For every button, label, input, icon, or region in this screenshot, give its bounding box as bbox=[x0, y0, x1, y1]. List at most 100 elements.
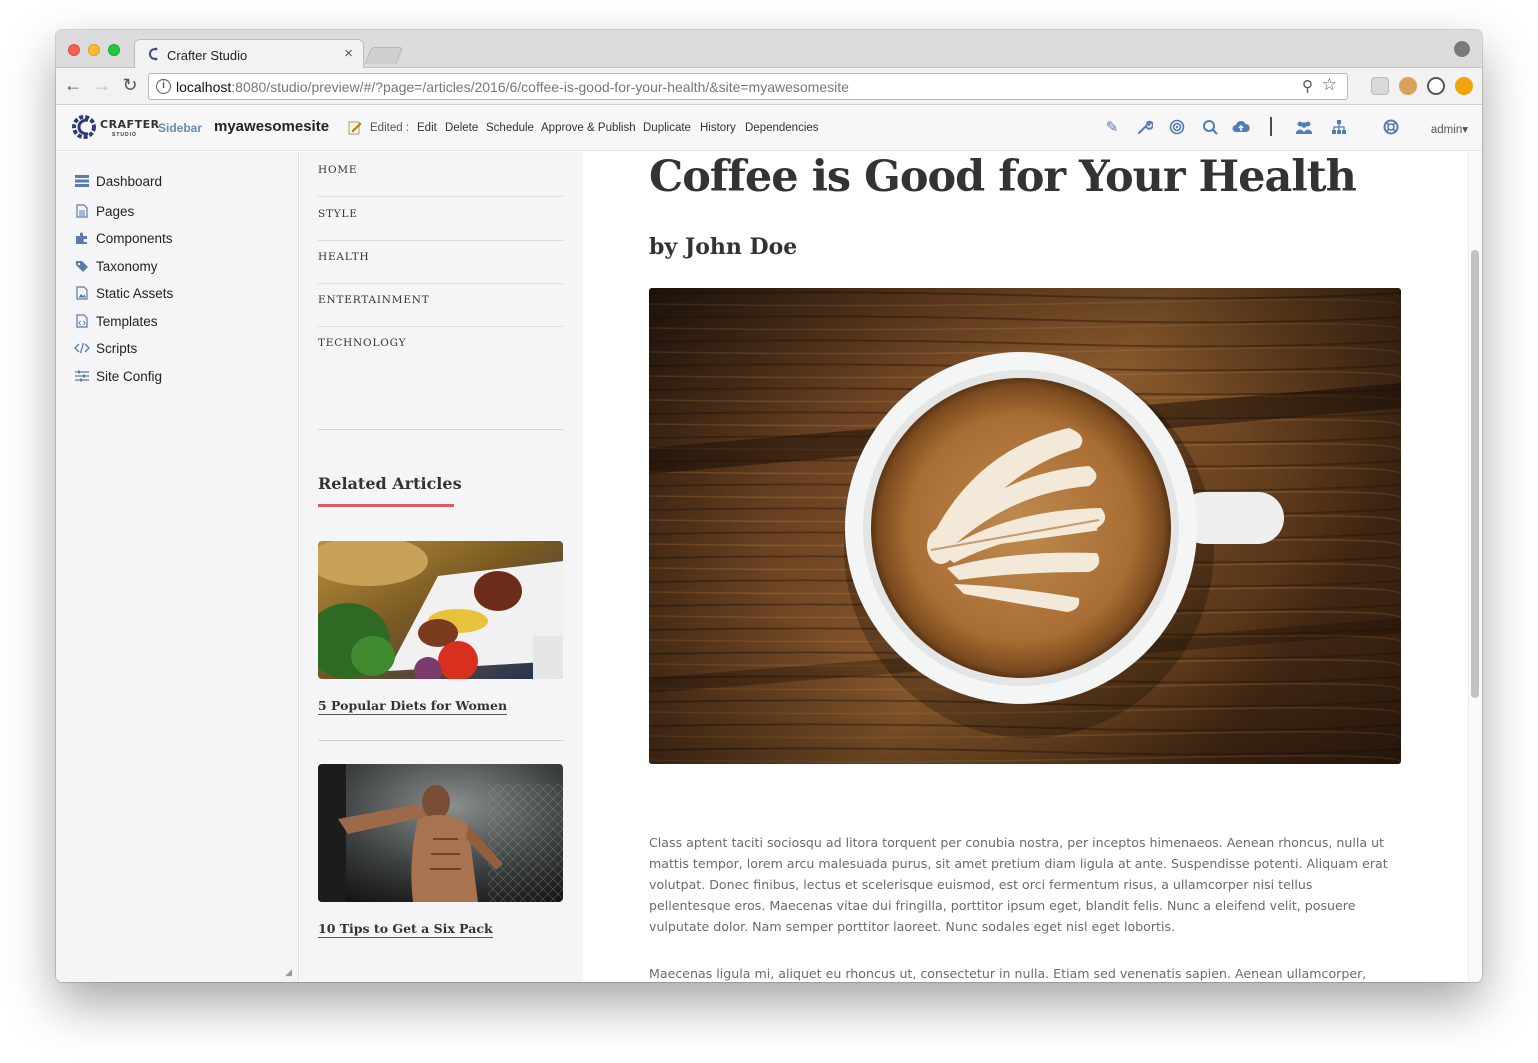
studio-toolbar: CRAFTER STUDIO Sidebar myawesomesite Edi… bbox=[56, 106, 1482, 151]
wrench-icon[interactable] bbox=[1136, 119, 1154, 137]
article-paragraph: Maecenas ligula mi, aliquet eu rhoncus u… bbox=[649, 966, 1367, 981]
crafter-logo[interactable]: CRAFTER STUDIO bbox=[70, 110, 159, 146]
nav-item-style[interactable]: STYLE bbox=[318, 198, 563, 241]
sidebar-item-site-config[interactable]: Site Config bbox=[74, 366, 162, 386]
nav-item-label: HOME bbox=[318, 164, 358, 176]
duplicate-button[interactable]: Duplicate bbox=[643, 122, 691, 134]
delete-button[interactable]: Delete bbox=[445, 122, 478, 134]
cookie-extension-icon[interactable] bbox=[1399, 77, 1417, 95]
zoom-icon[interactable]: ⚲ bbox=[1302, 77, 1313, 95]
tab-bar: Crafter Studio × bbox=[56, 30, 1482, 69]
schedule-button[interactable]: Schedule bbox=[486, 122, 534, 134]
bookmark-star-icon[interactable]: ☆ bbox=[1322, 75, 1337, 95]
sidebar-item-label: Static Assets bbox=[96, 285, 174, 301]
close-window-button[interactable] bbox=[68, 44, 80, 56]
page-preview: Coffee is Good for Your Health by John D… bbox=[583, 152, 1482, 982]
crafter-logo-icon bbox=[72, 115, 96, 139]
sitemap-icon[interactable] bbox=[1330, 119, 1348, 137]
sidebar-item-label: Components bbox=[96, 230, 173, 246]
update-extension-icon[interactable] bbox=[1455, 77, 1473, 95]
sync-extension-icon[interactable] bbox=[1427, 77, 1445, 95]
sidebar-item-label: Dashboard bbox=[96, 173, 163, 189]
studio-sidebar: Dashboard Pages Components Taxonomy Stat… bbox=[56, 152, 299, 982]
puzzle-icon bbox=[74, 230, 90, 246]
code-icon bbox=[74, 340, 90, 356]
preview-scrollbar-track[interactable] bbox=[1468, 152, 1482, 982]
forward-icon[interactable]: → bbox=[91, 75, 113, 96]
nav-item-home[interactable]: HOME bbox=[318, 154, 563, 197]
maximize-window-button[interactable] bbox=[108, 44, 120, 56]
dashboard-icon bbox=[74, 173, 90, 189]
address-bar[interactable]: i localhost:8080/studio/preview/#/?page=… bbox=[148, 73, 1348, 100]
nav-item-entertainment[interactable]: ENTERTAINMENT bbox=[318, 284, 563, 327]
related-article-image[interactable] bbox=[318, 764, 563, 902]
sidebar-item-static-assets[interactable]: Static Assets bbox=[74, 283, 173, 303]
sidebar-item-label: Pages bbox=[96, 203, 135, 219]
tags-icon bbox=[74, 258, 90, 274]
target-icon[interactable] bbox=[1168, 119, 1186, 137]
search-icon[interactable] bbox=[1201, 119, 1219, 137]
related-article-link[interactable]: 10 Tips to Get a Six Pack bbox=[318, 921, 493, 938]
pages-icon bbox=[74, 203, 90, 219]
site-name[interactable]: myawesomesite bbox=[214, 118, 329, 135]
nav-item-health[interactable]: HEALTH bbox=[318, 241, 563, 284]
extension-icon[interactable] bbox=[1371, 77, 1389, 95]
sidebar-toggle[interactable]: Sidebar bbox=[158, 121, 202, 135]
sliders-icon bbox=[74, 368, 90, 384]
related-article-image[interactable] bbox=[318, 541, 563, 679]
preview-scrollbar-thumb[interactable] bbox=[1471, 250, 1479, 698]
url-host: localhost bbox=[176, 79, 232, 95]
tab-title: Crafter Studio bbox=[167, 48, 248, 63]
code-file-icon bbox=[74, 313, 90, 329]
new-tab-button[interactable] bbox=[364, 47, 404, 64]
related-article-link[interactable]: 5 Popular Diets for Women bbox=[318, 698, 508, 715]
sidebar-item-templates[interactable]: Templates bbox=[74, 311, 158, 331]
sidebar-item-label: Taxonomy bbox=[96, 258, 158, 274]
crafter-favicon-icon bbox=[148, 47, 158, 61]
sidebar-item-components[interactable]: Components bbox=[74, 228, 173, 248]
browser-tab[interactable]: Crafter Studio × bbox=[134, 39, 364, 69]
tab-close-icon[interactable]: × bbox=[344, 45, 353, 62]
sidebar-item-scripts[interactable]: Scripts bbox=[74, 338, 137, 358]
back-icon[interactable]: ← bbox=[62, 75, 84, 96]
edit-button[interactable]: Edit bbox=[417, 122, 437, 134]
cloud-upload-icon[interactable] bbox=[1232, 119, 1250, 137]
profile-icon[interactable] bbox=[1454, 41, 1470, 57]
sidebar-item-taxonomy[interactable]: Taxonomy bbox=[74, 256, 158, 276]
minimize-window-button[interactable] bbox=[88, 44, 100, 56]
article-paragraph: Class aptent taciti sociosqu ad litora t… bbox=[649, 835, 1388, 934]
info-icon[interactable]: i bbox=[156, 79, 171, 94]
site-navigation: HOME STYLE HEALTH ENTERTAINMENT TECHNOLO… bbox=[300, 152, 583, 982]
card-divider bbox=[318, 740, 563, 741]
image-file-icon bbox=[74, 285, 90, 301]
related-articles-heading: Related Articles bbox=[318, 474, 462, 493]
nav-item-technology[interactable]: TECHNOLOGY bbox=[318, 327, 563, 370]
heading-underline bbox=[318, 504, 454, 507]
browser-window: Crafter Studio × ← → ↻ i localhost:8080/… bbox=[56, 30, 1482, 982]
navigation-bar: ← → ↻ i localhost:8080/studio/preview/#/… bbox=[56, 68, 1482, 105]
section-divider bbox=[318, 429, 563, 430]
url-text[interactable]: localhost:8080/studio/preview/#/?page=/a… bbox=[176, 79, 849, 95]
help-lifebuoy-icon[interactable] bbox=[1382, 119, 1400, 137]
sidebar-item-dashboard[interactable]: Dashboard bbox=[74, 171, 162, 191]
url-path: :8080/studio/preview/#/?page=/articles/2… bbox=[231, 79, 849, 95]
history-button[interactable]: History bbox=[700, 122, 736, 134]
edited-status-label: Edited : bbox=[370, 122, 409, 134]
logo-subtext: STUDIO bbox=[112, 132, 137, 138]
sidebar-item-pages[interactable]: Pages bbox=[74, 201, 134, 221]
admin-menu[interactable]: admin▾ bbox=[1431, 122, 1468, 136]
sidebar-item-label: Scripts bbox=[96, 340, 138, 356]
nav-item-label: STYLE bbox=[318, 208, 358, 220]
sidebar-item-label: Templates bbox=[96, 313, 158, 329]
chevron-down-icon: ▾ bbox=[1462, 124, 1468, 136]
approve-publish-button[interactable]: Approve & Publish bbox=[541, 122, 636, 134]
resize-grip-icon[interactable]: ◢ bbox=[285, 967, 292, 978]
nav-item-label: ENTERTAINMENT bbox=[318, 294, 430, 306]
reload-icon[interactable]: ↻ bbox=[119, 75, 141, 96]
nav-item-label: TECHNOLOGY bbox=[318, 337, 407, 349]
dependencies-button[interactable]: Dependencies bbox=[745, 122, 819, 134]
users-icon[interactable] bbox=[1295, 119, 1313, 137]
sidebar-item-label: Site Config bbox=[96, 368, 163, 384]
edited-page-icon bbox=[348, 121, 362, 135]
pencil-icon[interactable]: ✎ bbox=[1103, 119, 1121, 137]
